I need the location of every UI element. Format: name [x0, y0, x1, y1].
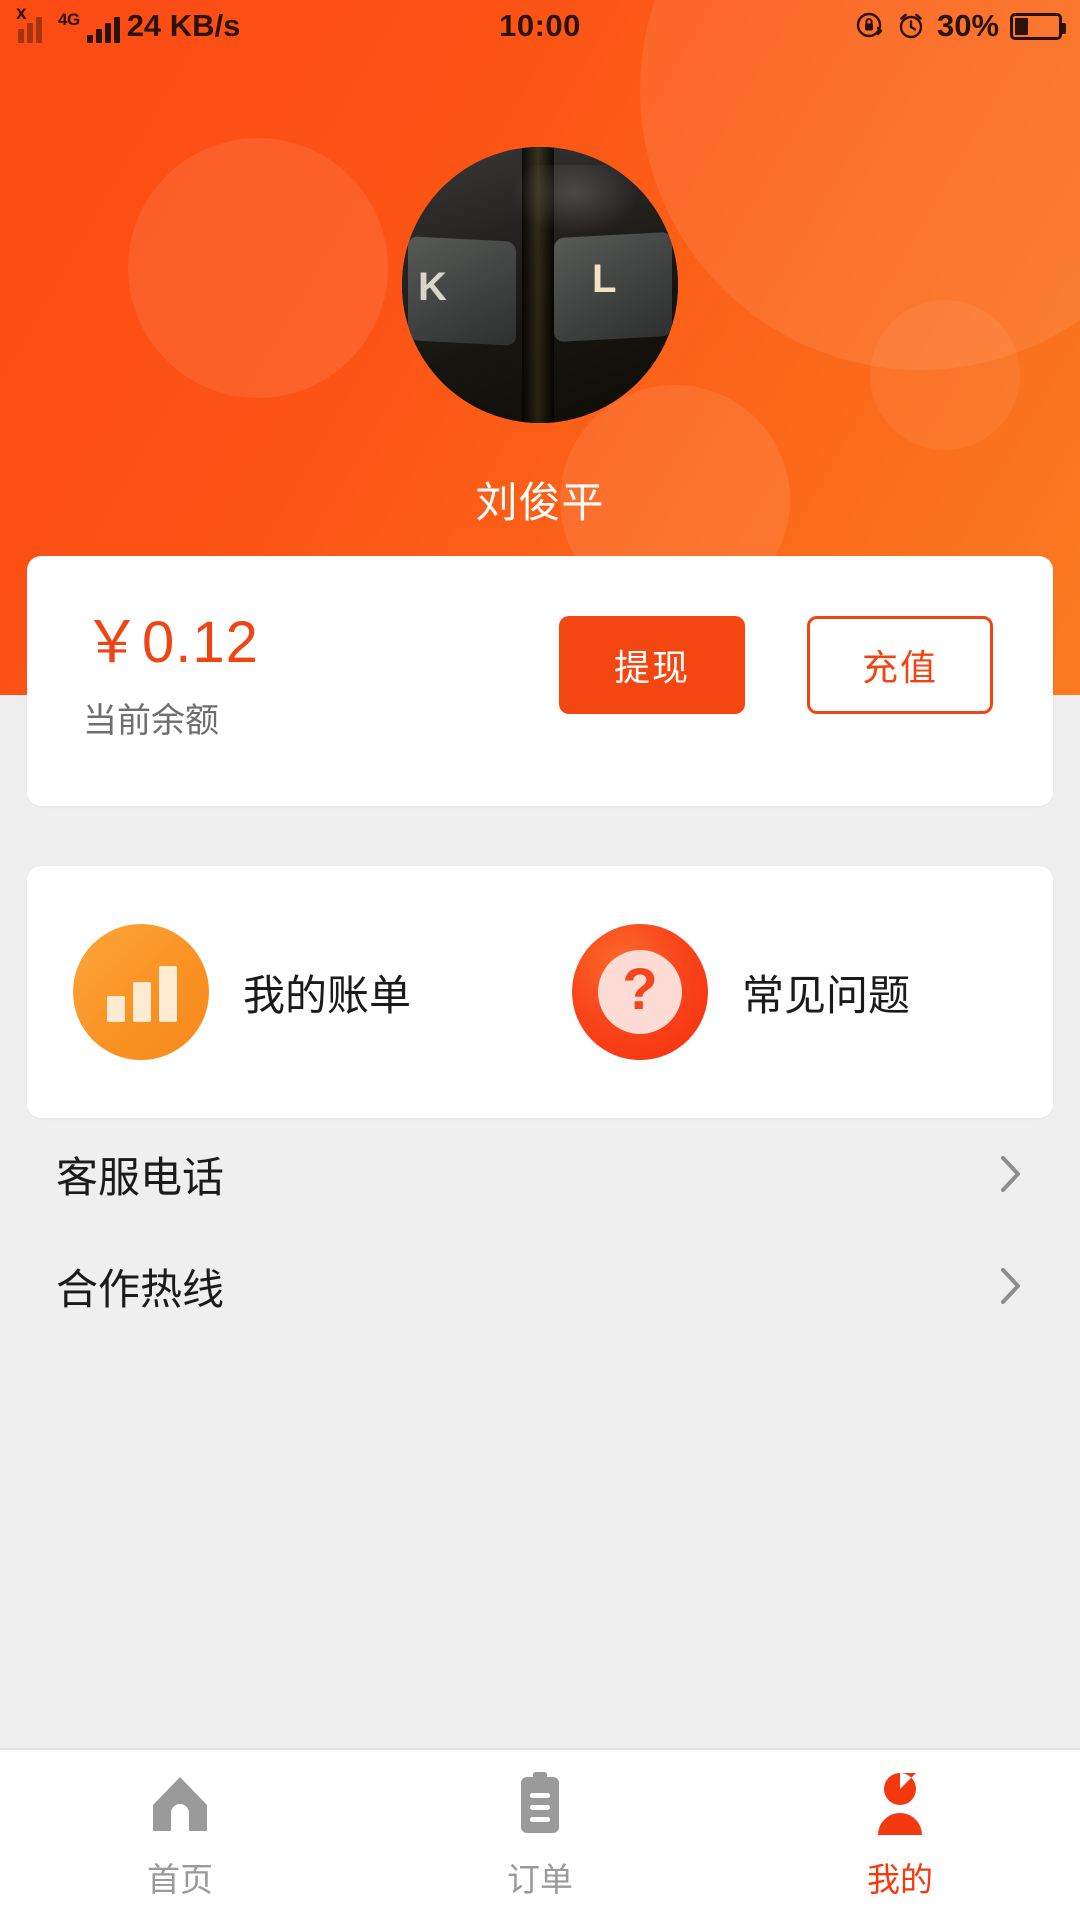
tab-mine[interactable]: 我的 [720, 1750, 1080, 1920]
network-type-label: 4G [58, 9, 80, 29]
avatar[interactable]: K L [402, 147, 678, 423]
menu-item-my-bills-label: 我的账单 [243, 971, 412, 1019]
list-item-partnership-hotline-label: 合作热线 [56, 1265, 225, 1313]
list-item-partnership-hotline[interactable]: 合作热线 [0, 1230, 1080, 1342]
question-mark-icon: ? [572, 924, 708, 1060]
withdraw-button[interactable]: 提现 [559, 616, 745, 714]
menu-item-faq-label: 常见问题 [742, 971, 911, 1019]
alarm-clock-icon [899, 13, 923, 39]
list-item-customer-service-label: 客服电话 [56, 1153, 225, 1201]
bottom-tab-bar: 首页 订单 我的 [0, 1748, 1080, 1920]
balance-info: ￥0.12 当前余额 [83, 610, 259, 742]
balance-card: ￥0.12 当前余额 提现 充值 [27, 556, 1053, 806]
battery-percent-label: 30% [936, 8, 1000, 43]
status-bar: x 4G 24 KB/s 10:00 30% [0, 0, 1080, 52]
battery-icon [1010, 12, 1067, 40]
balance-label: 当前余额 [83, 701, 219, 740]
clock-label: 10:00 [499, 8, 581, 43]
username-label: 刘俊平 [475, 479, 605, 526]
signal-bars-icon-sim2 [86, 13, 120, 43]
quick-menu-card: 我的账单 ? 常见问题 [27, 866, 1053, 1118]
decorative-circle-right [870, 300, 1020, 450]
menu-item-my-bills[interactable]: 我的账单 [27, 924, 554, 1060]
tab-orders[interactable]: 订单 [360, 1750, 720, 1920]
decorative-circle-top-right [640, 0, 1080, 370]
no-service-x-icon: x [16, 2, 27, 24]
tab-home[interactable]: 首页 [0, 1750, 360, 1920]
status-bar-left: x 4G 24 KB/s [16, 4, 499, 43]
decorative-circle-left [128, 138, 388, 398]
menu-item-faq[interactable]: ? 常见问题 [554, 924, 1053, 1060]
chevron-right-icon [1001, 1156, 1020, 1192]
avatar-highlight [510, 165, 640, 235]
list-item-customer-service[interactable]: 客服电话 [0, 1118, 1080, 1230]
avatar-key-right-letter: L [592, 257, 617, 301]
avatar-key-left-letter: K [418, 265, 447, 309]
balance-amount: ￥0.12 [83, 610, 259, 675]
clipboard-icon [521, 1772, 559, 1833]
status-bar-center: 10:00 [499, 8, 581, 44]
tab-mine-label: 我的 [867, 1861, 933, 1898]
tab-orders-label: 订单 [507, 1861, 573, 1898]
signal-bars-icon-sim1: x [16, 4, 51, 43]
network-speed-label: 24 KB/s [126, 7, 241, 43]
rotation-lock-icon [856, 12, 883, 38]
bar-chart-icon [73, 924, 209, 1060]
home-icon [153, 1777, 207, 1831]
recharge-button[interactable]: 充值 [807, 616, 993, 714]
tab-home-label: 首页 [147, 1861, 213, 1898]
chevron-right-icon [1001, 1268, 1020, 1304]
status-bar-right: 30% [581, 8, 1067, 44]
settings-list: 客服电话 合作热线 [0, 1118, 1080, 1342]
person-icon [878, 1773, 922, 1835]
app-root: x 4G 24 KB/s 10:00 30% K L 刘俊平 ￥0.12 当前余… [0, 0, 1080, 1920]
